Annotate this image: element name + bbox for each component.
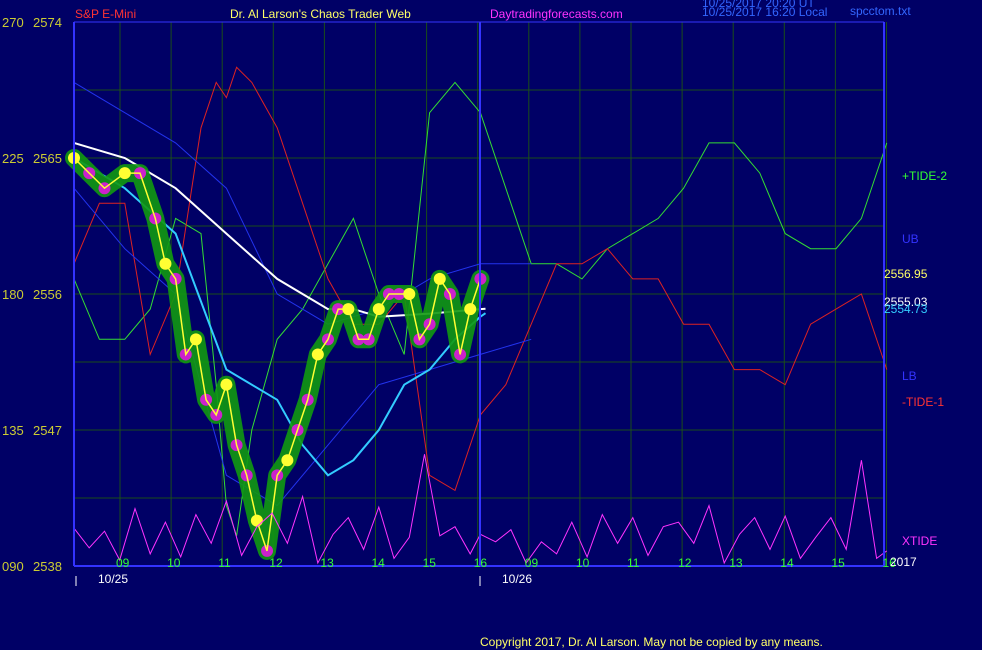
chart-title: Dr. Al Larson's Chaos Trader Web xyxy=(230,7,411,21)
x-tick-hour: 15 xyxy=(831,556,845,570)
y-tick-price: 2538 xyxy=(33,559,62,574)
data-file-label: spcctom.txt xyxy=(850,4,911,18)
x-tick-hour: 16 xyxy=(474,556,488,570)
x-tick-hour: 10 xyxy=(167,556,181,570)
copyright-text: Copyright 2017, Dr. Al Larson. May not b… xyxy=(480,635,823,649)
x-tick-hour: 11 xyxy=(627,556,640,570)
y-tick-osc: 135 xyxy=(2,423,24,438)
y-tick-osc: 225 xyxy=(2,151,24,166)
right-label: 2556.95 xyxy=(884,267,928,281)
right-label: -TIDE-1 xyxy=(902,395,944,409)
x-tick-hour: 15 xyxy=(423,556,437,570)
x-tick-hour: 13 xyxy=(729,556,743,570)
y-tick-price: 2565 xyxy=(33,151,62,166)
symbol-label: S&P E-Mini xyxy=(75,7,136,21)
right-label: 2554.73 xyxy=(884,302,928,316)
x-tick-hour: 09 xyxy=(116,556,130,570)
x-tick-hour: 11 xyxy=(218,556,231,570)
y-tick-price: 2547 xyxy=(33,423,62,438)
y-tick-price: 2574 xyxy=(33,15,62,30)
x-tick-hour: 14 xyxy=(780,556,794,570)
site-link[interactable]: Daytradingforecasts.com xyxy=(490,7,623,21)
right-label: LB xyxy=(902,369,917,383)
y-tick-osc: 090 xyxy=(2,559,24,574)
chart: S&P E-Mini Dr. Al Larson's Chaos Trader … xyxy=(0,0,982,650)
chart-background xyxy=(0,0,982,650)
x-tick-date: 10/25 xyxy=(98,572,128,586)
x-tick-hour: 10 xyxy=(576,556,590,570)
x-tick-hour: 12 xyxy=(678,556,692,570)
x-tick-hour: 14 xyxy=(372,556,386,570)
right-label: XTIDE xyxy=(902,534,937,548)
y-tick-osc: 180 xyxy=(2,287,24,302)
year-label: 2017 xyxy=(890,555,917,569)
right-label: +TIDE-2 xyxy=(902,169,947,183)
right-label: UB xyxy=(902,232,919,246)
x-tick-hour: 13 xyxy=(320,556,334,570)
y-tick-price: 2556 xyxy=(33,287,62,302)
x-tick-hour: 09 xyxy=(525,556,539,570)
y-tick-osc: 270 xyxy=(2,15,24,30)
x-tick-date: 10/26 xyxy=(502,572,532,586)
x-tick-hour: 12 xyxy=(269,556,283,570)
timestamp-line-2: 10/25/2017 16:20 Local xyxy=(702,5,827,19)
